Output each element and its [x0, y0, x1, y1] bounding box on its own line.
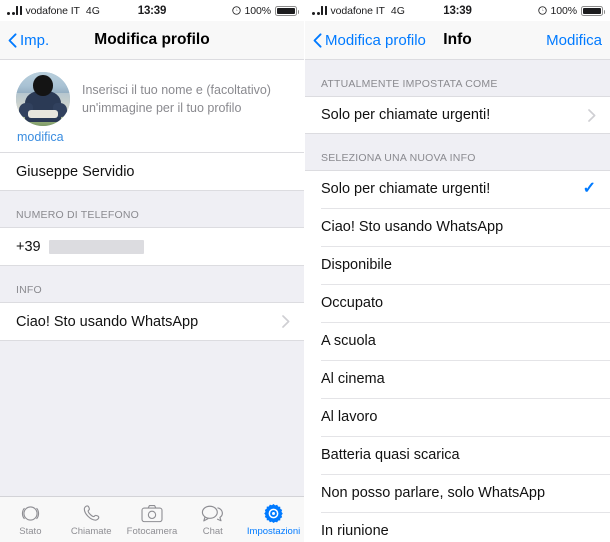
current-status-row[interactable]: Solo per chiamate urgenti! [305, 96, 610, 134]
chevron-left-icon [313, 32, 322, 48]
nav-bar-left: Imp. Modifica profilo [0, 21, 304, 60]
right-phone-screen: vodafone IT 4G 13:39 100% Modifica profi… [305, 0, 610, 542]
status-option-label: A scuola [321, 333, 376, 349]
location-services-icon [537, 6, 547, 15]
status-option-label: Al lavoro [321, 409, 378, 425]
carrier-label: vodafone IT [25, 4, 80, 17]
status-option-label: Batteria quasi scarica [321, 447, 460, 463]
checkmark-icon: ✓ [582, 180, 596, 197]
tab-stato[interactable]: Stato [0, 497, 61, 542]
current-status-value: Solo per chiamate urgenti! [321, 107, 491, 123]
phone-number-redacted-block [48, 239, 144, 254]
status-option-row[interactable]: Non posso parlare, solo WhatsApp [305, 474, 610, 512]
chat-bubbles-icon [201, 502, 224, 524]
status-bar-left-group: vodafone IT 4G [312, 5, 405, 17]
edit-button[interactable]: Modifica [546, 32, 602, 49]
status-option-row[interactable]: Al cinema [305, 360, 610, 398]
status-option-label: Ciao! Sto usando WhatsApp [321, 219, 504, 235]
battery-full-icon [275, 5, 299, 16]
left-screen-body: modifica Inserisci il tuo nome e (facolt… [0, 60, 304, 542]
tab-chiamate[interactable]: Chiamate [61, 497, 122, 542]
back-button-label: Modifica profilo [325, 31, 426, 49]
left-phone-screen: vodafone IT 4G 13:39 100% Imp. Modifica … [0, 0, 305, 542]
section-header-current-status: ATTUALMENTE IMPOSTATA COME [305, 60, 610, 96]
status-option-label: Occupato [321, 295, 384, 311]
tab-impostazioni[interactable]: Impostazioni [243, 497, 304, 542]
status-option-row[interactable]: Disponibile [305, 246, 610, 284]
back-button-label: Imp. [20, 31, 50, 49]
tab-fotocamera[interactable]: Fotocamera [122, 497, 183, 542]
section-header-phone-number: NUMERO DI TELEFONO [0, 191, 304, 227]
profile-avatar[interactable] [16, 72, 70, 126]
signal-bars-icon [7, 6, 22, 15]
status-option-row[interactable]: Al lavoro [305, 398, 610, 436]
network-type-label: 4G [390, 4, 405, 17]
status-option-label: Non posso parlare, solo WhatsApp [321, 485, 546, 501]
status-option-row[interactable]: Ciao! Sto usando WhatsApp [305, 208, 610, 246]
network-type-label: 4G [85, 4, 100, 17]
nav-bar-right: Modifica profilo Info Modifica [305, 21, 610, 60]
section-header-info: INFO [0, 266, 304, 302]
bottom-tab-bar: Stato Chiamate Fotocamera Chat Impostazi… [0, 496, 304, 542]
battery-percent-label: 100% [244, 4, 272, 17]
tab-label: Chat [202, 526, 223, 537]
phone-handset-icon [81, 502, 102, 524]
status-option-label: Disponibile [321, 257, 392, 273]
carrier-label: vodafone IT [330, 4, 385, 17]
tab-label: Chiamate [70, 526, 112, 537]
status-option-row[interactable]: Occupato [305, 284, 610, 322]
profile-name-field[interactable]: Giuseppe Servidio [0, 152, 304, 191]
info-status-row[interactable]: Ciao! Sto usando WhatsApp [0, 302, 304, 341]
tab-label: Fotocamera [126, 526, 178, 537]
location-services-icon [231, 6, 241, 15]
gear-icon [263, 502, 284, 524]
battery-percent-label: 100% [550, 4, 578, 17]
status-option-row[interactable]: In riunione [305, 512, 610, 542]
status-bar-right-group: 100% [231, 4, 299, 17]
chevron-right-icon [588, 108, 596, 122]
status-ring-icon [20, 502, 41, 524]
chevron-left-icon [8, 32, 17, 48]
dual-screenshot-comparison: vodafone IT 4G 13:39 100% Imp. Modifica … [0, 0, 610, 542]
profile-hint-text: Inserisci il tuo nome e (facoltativo) un… [76, 72, 271, 144]
status-options-list[interactable]: Solo per chiamate urgenti! ✓ Ciao! Sto u… [305, 170, 610, 542]
avatar-column: modifica [16, 72, 76, 144]
status-option-row[interactable]: Solo per chiamate urgenti! ✓ [305, 170, 610, 208]
profile-hint-line-2: un'immagine per il tuo profilo [82, 101, 242, 116]
profile-hint-line-1: Inserisci il tuo nome e (facoltativo) [82, 83, 271, 97]
phone-number-row[interactable]: +39 [0, 227, 304, 266]
status-option-row[interactable]: A scuola [305, 322, 610, 360]
section-header-choose-status: SELEZIONA UNA NUOVA INFO [305, 134, 610, 170]
status-option-label: In riunione [321, 523, 389, 539]
phone-number-prefix: +39 [16, 238, 41, 255]
back-button-modifica-profilo[interactable]: Modifica profilo [313, 32, 426, 49]
edit-avatar-link[interactable]: modifica [16, 130, 76, 144]
status-bar-left-group: vodafone IT 4G [7, 5, 100, 17]
signal-bars-icon [312, 6, 327, 15]
back-button-impostazioni[interactable]: Imp. [8, 32, 49, 49]
profile-header-row: modifica Inserisci il tuo nome e (facolt… [0, 60, 304, 152]
status-option-label: Al cinema [321, 371, 385, 387]
status-bar-left: vodafone IT 4G 13:39 100% [0, 0, 304, 21]
tab-label: Stato [19, 526, 42, 537]
profile-name-value: Giuseppe Servidio [16, 163, 135, 180]
chevron-right-icon [282, 315, 290, 328]
right-screen-body: ATTUALMENTE IMPOSTATA COME Solo per chia… [305, 60, 610, 542]
status-option-label: Solo per chiamate urgenti! [321, 181, 491, 197]
status-bar-right: vodafone IT 4G 13:39 100% [305, 0, 610, 21]
status-bar-right-group: 100% [537, 4, 605, 17]
tab-chat[interactable]: Chat [182, 497, 243, 542]
info-status-value: Ciao! Sto usando WhatsApp [16, 313, 199, 330]
status-option-row[interactable]: Batteria quasi scarica [305, 436, 610, 474]
camera-icon [141, 502, 163, 524]
tab-label: Impostazioni [246, 526, 301, 537]
battery-full-icon [581, 5, 605, 16]
